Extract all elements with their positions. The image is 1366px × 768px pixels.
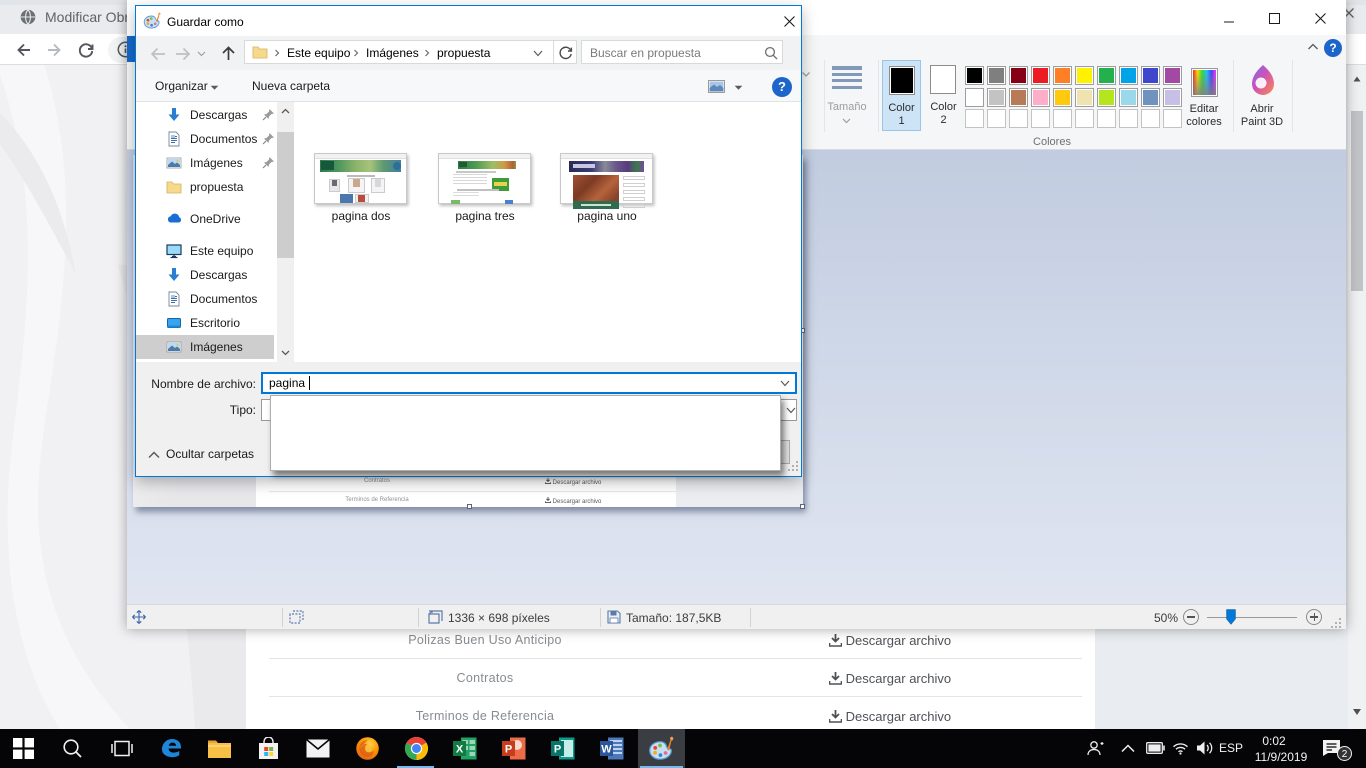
svg-text:W: W	[601, 744, 612, 756]
svg-text:X: X	[456, 744, 464, 756]
svg-text:P: P	[554, 744, 561, 756]
svg-text:P: P	[505, 744, 512, 756]
